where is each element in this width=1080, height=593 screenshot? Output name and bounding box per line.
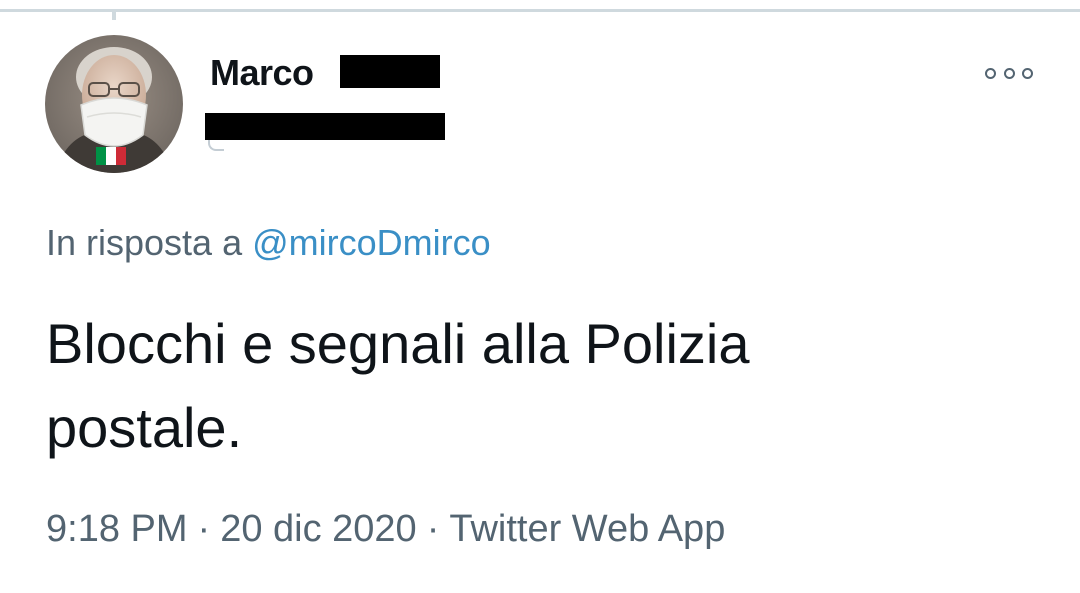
avatar[interactable]	[45, 35, 183, 173]
more-options-icon	[985, 67, 996, 79]
avatar-photo	[45, 35, 183, 173]
top-divider	[0, 9, 1080, 12]
more-options-button[interactable]	[985, 64, 1033, 82]
tweet-text: Blocchi e segnali alla Polizia postale.	[46, 312, 750, 459]
handle-redaction-bar	[205, 113, 445, 140]
meta-separator: ·	[426, 508, 440, 550]
name-redaction-bar	[340, 55, 440, 88]
author-name-visible: Marco	[210, 52, 314, 93]
tweet-time[interactable]: 9:18 PM	[46, 508, 188, 550]
tweet-date[interactable]: 20 dic 2020	[220, 508, 417, 550]
reply-mention-link[interactable]: @mircoDmirco	[252, 222, 491, 263]
italy-flag-icon	[96, 147, 126, 165]
tweet-meta: 9:18 PM · 20 dic 2020 · Twitter Web App	[46, 508, 725, 551]
reply-context: In risposta a @mircoDmirco	[46, 222, 491, 264]
more-options-icon	[1022, 67, 1033, 79]
tweet-source[interactable]: Twitter Web App	[449, 508, 725, 550]
thread-connector	[112, 12, 116, 20]
author-name[interactable]: Marco	[210, 52, 314, 94]
meta-separator: ·	[197, 508, 211, 550]
more-options-icon	[1003, 67, 1015, 79]
reply-context-prefix: In risposta a	[46, 222, 243, 263]
